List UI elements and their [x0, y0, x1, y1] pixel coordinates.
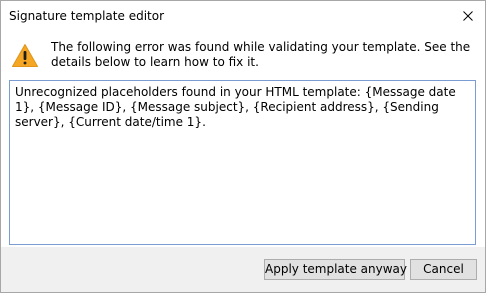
window-title: Signature template editor: [9, 9, 165, 23]
title-bar: Signature template editor: [1, 1, 485, 32]
close-icon: [463, 11, 473, 21]
error-message: The following error was found while vali…: [51, 40, 471, 69]
button-bar: Apply template anyway Cancel: [1, 247, 485, 292]
details-textbox[interactable]: Unrecognized placeholders found in your …: [9, 80, 476, 245]
close-button[interactable]: [453, 3, 483, 29]
warning-icon: [12, 44, 38, 67]
apply-template-anyway-button[interactable]: Apply template anyway: [264, 259, 407, 280]
details-text: Unrecognized placeholders found in your …: [15, 85, 456, 129]
cancel-button[interactable]: Cancel: [410, 259, 477, 280]
dialog-content: The following error was found while vali…: [1, 32, 485, 247]
dialog-window: Signature template editor The following …: [0, 0, 486, 293]
